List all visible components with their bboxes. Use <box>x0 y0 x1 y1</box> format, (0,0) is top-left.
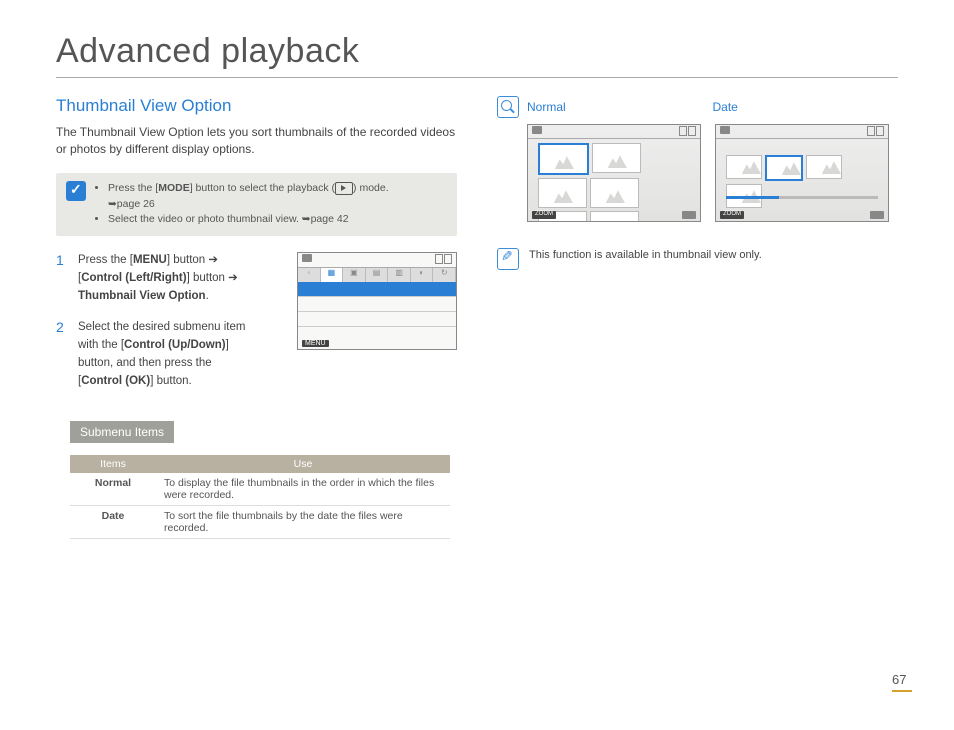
table-row: Normal To display the file thumbnails in… <box>70 473 450 506</box>
control-icon <box>870 211 884 219</box>
storage-icon <box>532 126 542 134</box>
note-box: Press the [MODE] button to select the pl… <box>56 173 457 236</box>
zoom-badge: ZOOM <box>720 211 744 219</box>
availability-note: This function is available in thumbnail … <box>529 248 762 264</box>
thumb-label-normal: Normal <box>527 100 713 114</box>
step-number: 1 <box>56 252 68 305</box>
page-title: Advanced playback <box>56 32 898 78</box>
submenu-table: Items Use Normal To display the file thu… <box>70 455 450 539</box>
date-view-mock: ZOOM <box>715 124 889 222</box>
note-bullet: Select the video or photo thumbnail view… <box>108 212 389 228</box>
battery-icon <box>435 254 452 266</box>
table-item: Normal <box>70 473 156 506</box>
page-number: 67 <box>892 672 912 692</box>
table-header: Use <box>156 455 450 473</box>
intro-text: The Thumbnail View Option lets you sort … <box>56 124 457 159</box>
table-row: Date To sort the file thumbnails by the … <box>70 505 450 538</box>
menu-screen-mock: ◦▦▣▤▥◐↻ MENU <box>297 252 457 350</box>
storage-icon <box>302 254 312 262</box>
section-heading: Thumbnail View Option <box>56 96 457 116</box>
table-use: To sort the file thumbnails by the date … <box>156 505 450 538</box>
battery-icon <box>679 126 696 137</box>
note-bullet: Press the [MODE] button to select the pl… <box>108 181 389 213</box>
control-icon <box>682 211 696 219</box>
normal-view-mock: ZOOM <box>527 124 701 222</box>
storage-icon <box>720 126 730 134</box>
table-use: To display the file thumbnails in the or… <box>156 473 450 506</box>
check-icon <box>66 181 86 201</box>
table-header: Items <box>70 455 156 473</box>
zoom-badge: ZOOM <box>532 211 556 219</box>
table-item: Date <box>70 505 156 538</box>
menu-footer-label: MENU <box>302 340 329 347</box>
step-item: 2 Select the desired submenu item with t… <box>56 319 285 390</box>
submenu-heading: Submenu Items <box>70 421 174 443</box>
battery-icon <box>867 126 884 137</box>
magnifier-icon <box>497 96 519 118</box>
thumb-label-date: Date <box>713 100 899 114</box>
note-icon <box>497 248 519 270</box>
playback-mode-icon <box>335 182 353 195</box>
step-item: 1 Press the [MENU] button ➔ [Control (Le… <box>56 252 285 305</box>
timeline-bar <box>726 196 878 199</box>
step-number: 2 <box>56 319 68 390</box>
